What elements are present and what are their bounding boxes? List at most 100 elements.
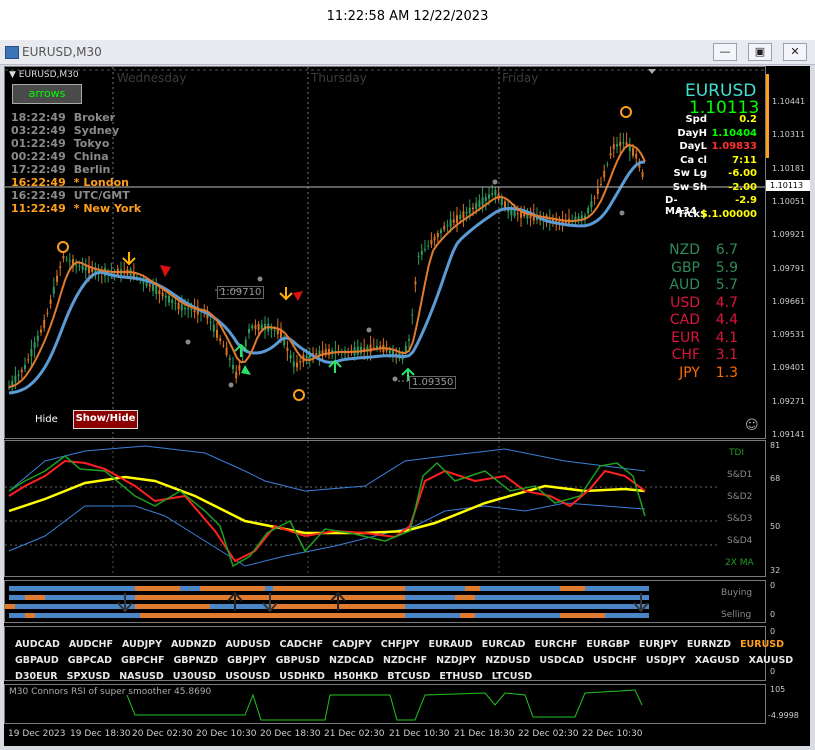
price-candle [33, 342, 36, 349]
trend-scale-top: 0 [770, 581, 776, 590]
price-candle [411, 314, 414, 316]
price-candle [40, 329, 42, 333]
price-candle [369, 344, 372, 353]
symbol-button-h50hkd[interactable]: H50HKD [334, 671, 378, 682]
price-candle [27, 359, 30, 361]
sell-signal-icon [293, 291, 303, 301]
symbol-button-ltcusd[interactable]: LTCUSD [492, 671, 532, 682]
tdi-panel[interactable]: TDI S&D1 S&D2 S&D3 S&D4 2X MA [4, 440, 766, 577]
minimize-button[interactable]: — [713, 43, 737, 61]
symbol-button-btcusd[interactable]: BTCUSD [387, 671, 430, 682]
symbol-button-d30eur[interactable]: D30EUR [15, 671, 58, 682]
symbol-button-usdcad[interactable]: USDCAD [539, 655, 584, 666]
symbol-button-u30usd[interactable]: U30USD [173, 671, 216, 682]
trend-bar-selling [273, 586, 405, 591]
price-candle [152, 284, 154, 291]
price-candle [305, 355, 308, 358]
swing-point-marker [620, 106, 632, 118]
price-candle [296, 362, 298, 368]
price-candle [420, 250, 423, 255]
symbol-button-usdhkd[interactable]: USDHKD [279, 671, 325, 682]
trend-panel[interactable]: Buying Selling [4, 580, 766, 623]
price-candle [251, 325, 254, 329]
price-candle [20, 369, 23, 373]
session-time: 17:22:49 [11, 163, 66, 176]
price-candle [289, 354, 292, 359]
price-candle [187, 308, 190, 310]
currency-code: NZD [669, 242, 700, 258]
sell-arrow-icon [279, 287, 293, 301]
price-candle [452, 219, 455, 223]
price-candle [472, 207, 474, 210]
info-label: Ca cl [680, 154, 707, 166]
price-candle [436, 232, 439, 238]
price-panel[interactable]: ▼ EURUSD,M30 arrows Wednesday Thursday F… [4, 66, 766, 439]
info-value: 7:11 [732, 154, 757, 166]
hide-label[interactable]: Hide [35, 414, 58, 425]
window-titlebar[interactable]: EURUSD,M30 — ▣ ✕ [0, 40, 815, 65]
price-candle [257, 323, 260, 331]
currency-strength-value: 5.7 [715, 277, 738, 293]
price-candle [62, 256, 65, 259]
arrows-button[interactable]: arrows [12, 84, 82, 104]
price-candle [180, 304, 183, 311]
price-candle [446, 225, 449, 227]
price-candle [14, 375, 17, 383]
close-button[interactable]: ✕ [783, 43, 807, 61]
info-label: DayL [679, 141, 707, 152]
price-chart [5, 67, 765, 438]
maximize-button[interactable]: ▣ [748, 43, 772, 61]
price-candle [155, 285, 158, 294]
price-candle [408, 339, 410, 341]
price-candle [30, 349, 33, 357]
rsi-label: M30 Connors RSI of super smoother 45.869… [9, 687, 212, 697]
rsi-panel[interactable]: M30 Connors RSI of super smoother 45.869… [4, 684, 766, 724]
show-hide-button[interactable]: Show/Hide [73, 410, 138, 429]
price-candle [158, 290, 161, 295]
chart-symbol-label: EURUSD,M30 [18, 70, 79, 80]
price-candle [459, 214, 462, 220]
chart-area[interactable]: ▼ EURUSD,M30 arrows Wednesday Thursday F… [4, 66, 810, 746]
price-candle [43, 319, 46, 328]
symbol-panel[interactable]: AUDCAD AUDCHF AUDJPY AUDNZD AUDUSD CADCHF CADJ… [4, 626, 793, 682]
price-candle [254, 325, 257, 329]
price-scale[interactable]: 1.10441 1.10311 1.10181 1.10051 1.09921 1.097… [766, 66, 810, 439]
symbol-button-nasusd[interactable]: NASUSD [119, 671, 164, 682]
fractal-dot [185, 339, 191, 345]
session-row: 11:22:49 * New York [11, 202, 141, 215]
currency-code: EUR [671, 329, 700, 346]
sell-arrow-icon [122, 252, 136, 266]
rsi-scale-bottom: -4.9998 [768, 711, 799, 720]
currency-strength-value: 5.9 [715, 259, 738, 276]
price-candle [596, 188, 599, 195]
symbol-button-usdjpy[interactable]: USDJPY [646, 655, 686, 666]
currency-code: CAD [669, 312, 700, 328]
symbol-button-usousd[interactable]: USOUSD [225, 671, 270, 682]
symbol-button-xagusd[interactable]: XAGUSD [695, 655, 740, 666]
symbol-scale-top: 0 [770, 627, 776, 636]
trend-scale-bottom: 0 [770, 610, 776, 619]
sd2-label: S&D2 [727, 492, 753, 502]
price-candle [84, 266, 87, 271]
symbol-button-spxusd[interactable]: SPXUSD [67, 671, 111, 682]
trend-bars [5, 586, 649, 618]
symbol-button-ethusd[interactable]: ETHUSD [439, 671, 482, 682]
tdi-label: TDI [729, 448, 745, 458]
current-price-marker: 1.10113 [766, 180, 810, 191]
symbol-button-usdchf[interactable]: USDCHF [593, 655, 637, 666]
trend-bar-selling [25, 613, 35, 618]
session-row: 01:22:49 Tokyo [11, 137, 109, 150]
smiley-icon: ☺ [745, 418, 759, 433]
price-candle [161, 292, 164, 297]
price-candle [164, 295, 167, 298]
price-candle [417, 256, 420, 258]
price-candle [609, 153, 612, 156]
price-candle [491, 193, 494, 195]
sd1-label: S&D1 [727, 470, 753, 480]
chart-window-icon [5, 46, 19, 59]
info-label: Sw Lg [673, 168, 707, 179]
session-row: 16:22:49 * London [11, 176, 129, 189]
price-candle [449, 219, 452, 228]
currency-strength-value: 3.1 [715, 347, 738, 363]
currency-strength-value: 4.1 [715, 329, 738, 346]
